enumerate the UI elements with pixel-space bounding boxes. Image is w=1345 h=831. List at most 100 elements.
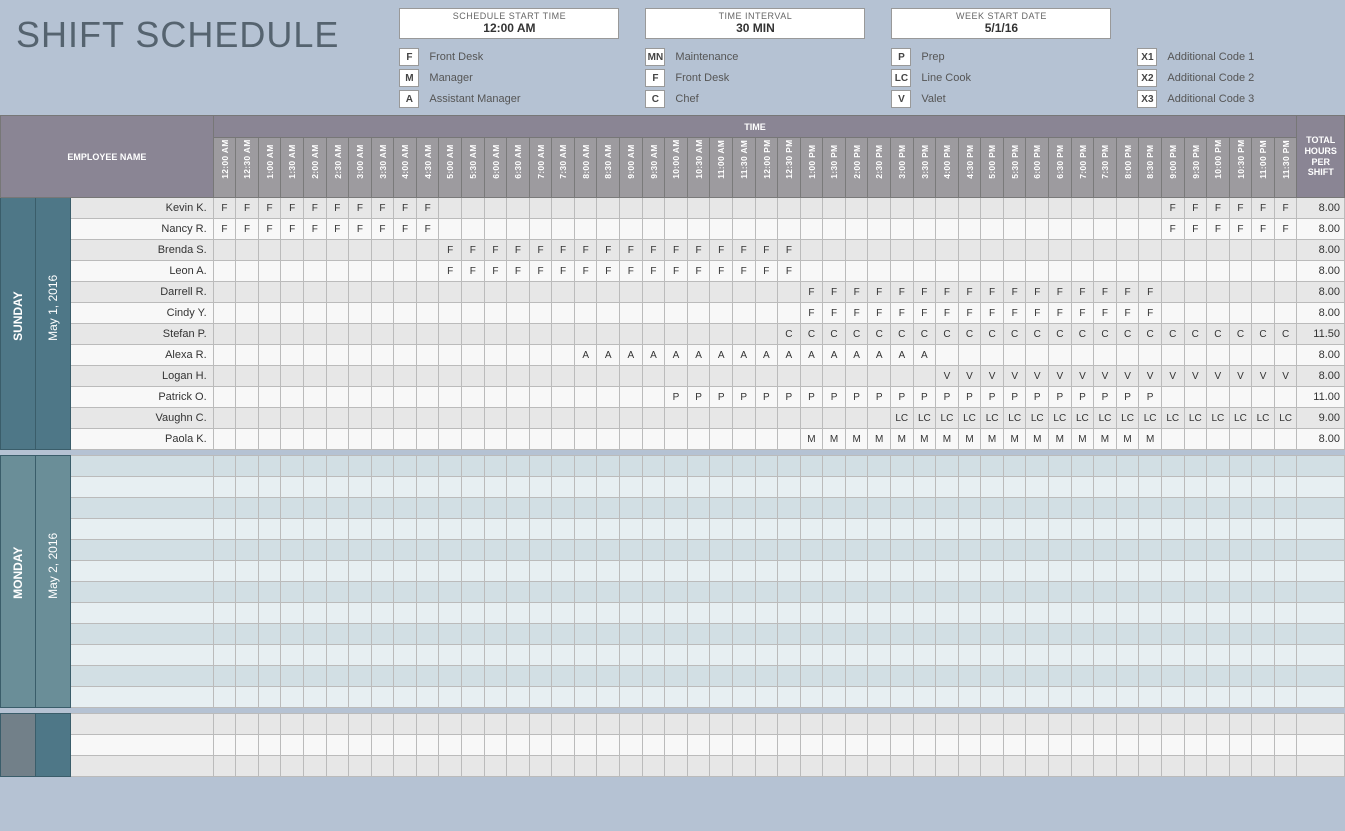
shift-cell[interactable] [890, 603, 913, 624]
shift-cell[interactable] [439, 735, 462, 756]
shift-cell[interactable] [371, 429, 394, 450]
shift-cell[interactable] [732, 366, 755, 387]
shift-cell[interactable] [349, 429, 372, 450]
shift-cell[interactable] [1026, 756, 1049, 777]
shift-cell[interactable]: F [732, 240, 755, 261]
shift-cell[interactable] [642, 219, 665, 240]
shift-cell[interactable]: F [800, 303, 823, 324]
shift-cell[interactable] [620, 282, 643, 303]
shift-cell[interactable] [507, 366, 530, 387]
shift-cell[interactable]: M [958, 429, 981, 450]
employee-name[interactable] [70, 714, 213, 735]
shift-cell[interactable] [1071, 498, 1094, 519]
shift-cell[interactable]: C [1161, 324, 1184, 345]
shift-cell[interactable] [439, 387, 462, 408]
shift-cell[interactable] [958, 561, 981, 582]
shift-cell[interactable] [1252, 303, 1275, 324]
shift-cell[interactable] [800, 735, 823, 756]
shift-cell[interactable] [1252, 282, 1275, 303]
shift-cell[interactable] [371, 519, 394, 540]
shift-cell[interactable] [1049, 345, 1072, 366]
shift-cell[interactable] [416, 303, 439, 324]
employee-name[interactable] [70, 519, 213, 540]
shift-cell[interactable]: C [1252, 324, 1275, 345]
shift-cell[interactable] [1274, 477, 1297, 498]
shift-cell[interactable]: A [890, 345, 913, 366]
shift-cell[interactable]: F [484, 240, 507, 261]
shift-cell[interactable] [303, 561, 326, 582]
shift-cell[interactable] [462, 303, 485, 324]
shift-cell[interactable] [1094, 477, 1117, 498]
shift-cell[interactable] [800, 582, 823, 603]
shift-cell[interactable] [1094, 687, 1117, 708]
shift-cell[interactable]: F [1161, 198, 1184, 219]
employee-name[interactable] [70, 735, 213, 756]
shift-cell[interactable] [1003, 456, 1026, 477]
shift-cell[interactable] [958, 519, 981, 540]
shift-cell[interactable] [1161, 261, 1184, 282]
shift-cell[interactable] [552, 498, 575, 519]
shift-cell[interactable] [913, 540, 936, 561]
shift-cell[interactable] [529, 456, 552, 477]
shift-cell[interactable] [642, 687, 665, 708]
shift-cell[interactable] [958, 624, 981, 645]
shift-cell[interactable] [936, 456, 959, 477]
shift-cell[interactable] [439, 645, 462, 666]
shift-cell[interactable] [958, 261, 981, 282]
shift-cell[interactable] [326, 714, 349, 735]
shift-cell[interactable] [1049, 756, 1072, 777]
shift-cell[interactable] [281, 714, 304, 735]
shift-cell[interactable] [1116, 687, 1139, 708]
shift-cell[interactable]: F [710, 261, 733, 282]
shift-cell[interactable] [416, 261, 439, 282]
shift-cell[interactable] [213, 498, 236, 519]
shift-cell[interactable] [236, 540, 259, 561]
shift-cell[interactable] [507, 540, 530, 561]
shift-cell[interactable] [1026, 240, 1049, 261]
shift-cell[interactable] [1184, 519, 1207, 540]
shift-cell[interactable] [326, 429, 349, 450]
shift-cell[interactable] [958, 540, 981, 561]
shift-cell[interactable] [845, 198, 868, 219]
shift-cell[interactable] [1139, 687, 1162, 708]
shift-cell[interactable] [1252, 582, 1275, 603]
shift-cell[interactable] [936, 345, 959, 366]
shift-cell[interactable] [687, 561, 710, 582]
shift-cell[interactable]: F [416, 198, 439, 219]
shift-cell[interactable] [1207, 714, 1230, 735]
shift-cell[interactable] [1252, 240, 1275, 261]
shift-cell[interactable] [258, 345, 281, 366]
shift-cell[interactable]: F [1207, 198, 1230, 219]
shift-cell[interactable]: V [1071, 366, 1094, 387]
shift-cell[interactable] [574, 540, 597, 561]
shift-cell[interactable] [484, 345, 507, 366]
shift-cell[interactable] [1161, 735, 1184, 756]
shift-cell[interactable] [845, 603, 868, 624]
shift-cell[interactable] [574, 603, 597, 624]
shift-cell[interactable] [213, 345, 236, 366]
shift-cell[interactable] [281, 603, 304, 624]
shift-cell[interactable]: F [507, 261, 530, 282]
shift-cell[interactable] [236, 408, 259, 429]
shift-cell[interactable] [1161, 477, 1184, 498]
shift-cell[interactable]: P [1071, 387, 1094, 408]
shift-cell[interactable] [620, 624, 643, 645]
shift-cell[interactable] [281, 687, 304, 708]
shift-cell[interactable] [687, 666, 710, 687]
shift-cell[interactable] [687, 519, 710, 540]
shift-cell[interactable] [326, 282, 349, 303]
shift-cell[interactable] [710, 561, 733, 582]
shift-cell[interactable] [981, 519, 1004, 540]
shift-cell[interactable] [755, 477, 778, 498]
shift-cell[interactable] [1003, 624, 1026, 645]
shift-cell[interactable] [710, 519, 733, 540]
shift-cell[interactable] [236, 261, 259, 282]
shift-cell[interactable] [890, 519, 913, 540]
shift-cell[interactable] [1003, 582, 1026, 603]
param-box-2[interactable]: WEEK START DATE5/1/16 [891, 8, 1111, 39]
shift-cell[interactable] [1161, 540, 1184, 561]
shift-cell[interactable]: C [1003, 324, 1026, 345]
shift-cell[interactable] [552, 645, 575, 666]
shift-cell[interactable] [236, 282, 259, 303]
shift-cell[interactable] [281, 582, 304, 603]
